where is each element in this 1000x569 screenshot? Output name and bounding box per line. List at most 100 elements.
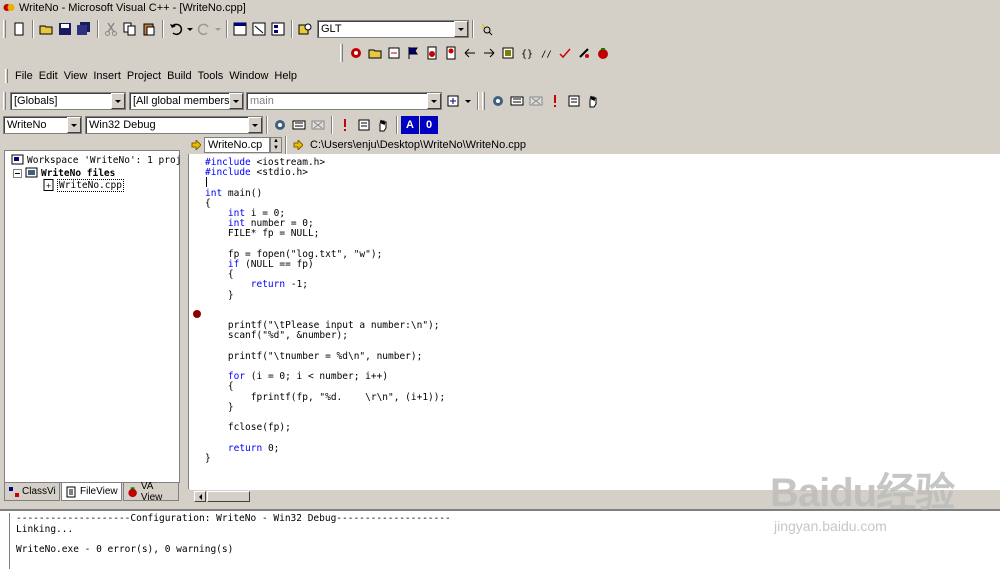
function-combo[interactable]: main: [246, 92, 442, 110]
breakpoint-hand-icon[interactable]: [374, 116, 392, 134]
toolbar-grip[interactable]: [340, 44, 343, 62]
code-line: return 0;: [227, 442, 280, 454]
watermark-url: jingyan.baidu.com: [774, 518, 887, 534]
wizard-action-icon[interactable]: [444, 92, 462, 110]
cut-icon[interactable]: [102, 20, 120, 38]
save-all-icon[interactable]: [75, 20, 93, 38]
tree-file[interactable]: + WriteNo.cpp: [43, 178, 124, 192]
code-line: FILE* fp = NULL;: [205, 228, 320, 240]
config-combo[interactable]: Win32 Debug: [85, 116, 263, 134]
copy-icon[interactable]: [121, 20, 139, 38]
toolbar-grip[interactable]: [3, 92, 6, 110]
build-icon[interactable]: [508, 92, 526, 110]
scope-value: [Globals]: [14, 95, 58, 107]
open-file-icon[interactable]: [366, 44, 384, 62]
chevron-down-icon[interactable]: [67, 117, 81, 133]
stop-build-icon[interactable]: [309, 116, 327, 134]
tab-vaview[interactable]: VA View: [122, 481, 179, 503]
workspace-root[interactable]: Workspace 'WriteNo': 1 proj: [11, 154, 181, 166]
button-a[interactable]: A: [401, 116, 419, 134]
paste-icon[interactable]: [140, 20, 158, 38]
file-tab-spinner[interactable]: ▲ ▼: [270, 137, 282, 153]
standard-toolbar: GLT: [3, 19, 496, 39]
wizard-dropdown-icon[interactable]: [463, 92, 473, 110]
tab-classview[interactable]: ClassView: [4, 483, 60, 501]
spell-check-icon[interactable]: [556, 44, 574, 62]
go-icon[interactable]: [355, 116, 373, 134]
chevron-down-icon[interactable]: [427, 93, 441, 109]
comment-icon[interactable]: //: [537, 44, 555, 62]
execute-icon[interactable]: [546, 92, 564, 110]
red-doc-icon[interactable]: [423, 44, 441, 62]
file-tab[interactable]: WriteNo.cp: [204, 137, 270, 153]
arrow-right-icon: [293, 140, 303, 150]
output-window-icon[interactable]: [250, 20, 268, 38]
editor-header: WriteNo.cp ▲ ▼ C:\Users\enju\Desktop\Wri…: [188, 136, 1000, 154]
keyword: return: [250, 279, 286, 291]
chevron-down-icon[interactable]: [454, 21, 468, 37]
go-icon[interactable]: [565, 92, 583, 110]
back-arrow-icon[interactable]: [461, 44, 479, 62]
code-editor[interactable]: #include <iostream.h> #include <stdio.h> i…: [188, 154, 1000, 489]
breakpoint-hand-icon[interactable]: [584, 92, 602, 110]
symbol-icon[interactable]: [385, 44, 403, 62]
menu-view[interactable]: View: [61, 70, 91, 82]
compile-icon[interactable]: [271, 116, 289, 134]
tab-classview-label: ClassView: [22, 486, 56, 497]
flag-icon[interactable]: [404, 44, 422, 62]
collapse-icon[interactable]: [13, 168, 22, 178]
button-0[interactable]: 0: [420, 116, 438, 134]
chevron-down-icon[interactable]: ▼: [271, 145, 281, 152]
menu-build[interactable]: Build: [164, 70, 194, 82]
compile-icon[interactable]: [489, 92, 507, 110]
menu-grip[interactable]: [5, 69, 8, 83]
new-text-file-icon[interactable]: [10, 20, 28, 38]
build-icon[interactable]: [290, 116, 308, 134]
gear-red-icon[interactable]: [347, 44, 365, 62]
project-combo[interactable]: WriteNo: [3, 116, 82, 134]
forward-arrow-icon[interactable]: [480, 44, 498, 62]
window-list-icon[interactable]: [269, 20, 287, 38]
menu-insert[interactable]: Insert: [90, 70, 124, 82]
execute-icon[interactable]: [336, 116, 354, 134]
members-combo[interactable]: [All global members: [129, 92, 244, 110]
toolbar-grip[interactable]: [482, 92, 485, 110]
scroll-thumb[interactable]: [207, 491, 250, 502]
fileview-icon: [66, 486, 76, 497]
chevron-down-icon[interactable]: [111, 93, 125, 109]
undo-dropdown-icon[interactable]: [186, 20, 194, 38]
tomato-icon[interactable]: [594, 44, 612, 62]
scroll-left-button[interactable]: [194, 491, 206, 502]
output-grip[interactable]: [2, 513, 10, 569]
redo-dropdown-icon[interactable]: [214, 20, 222, 38]
menu-edit[interactable]: Edit: [36, 70, 61, 82]
find-combo[interactable]: GLT: [317, 20, 469, 38]
open-folder-icon[interactable]: [37, 20, 55, 38]
undo-icon[interactable]: [167, 20, 185, 38]
menu-help[interactable]: Help: [271, 70, 300, 82]
braces-icon[interactable]: {}: [518, 44, 536, 62]
menu-window[interactable]: Window: [226, 70, 271, 82]
chevron-down-icon[interactable]: [248, 117, 262, 133]
tomato-icon: [128, 486, 137, 497]
menu-tools[interactable]: Tools: [195, 70, 227, 82]
scope-combo[interactable]: [Globals]: [10, 92, 126, 110]
tree-project-files[interactable]: WriteNo files: [13, 167, 115, 179]
chevron-up-icon[interactable]: ▲: [271, 138, 281, 145]
menu-project[interactable]: Project: [124, 70, 164, 82]
redo-icon[interactable]: [195, 20, 213, 38]
search-icon[interactable]: [477, 20, 495, 38]
menu-file[interactable]: File: [12, 70, 36, 82]
find-in-files-icon[interactable]: [296, 20, 314, 38]
save-icon[interactable]: [56, 20, 74, 38]
red-doc-2-icon[interactable]: [442, 44, 460, 62]
stop-build-icon[interactable]: [527, 92, 545, 110]
tools-icon[interactable]: [575, 44, 593, 62]
list-members-icon[interactable]: [499, 44, 517, 62]
workspace-window-icon[interactable]: [231, 20, 249, 38]
code-line: }: [205, 401, 234, 413]
tab-fileview[interactable]: FileView: [61, 483, 122, 501]
chevron-down-icon[interactable]: [229, 93, 243, 109]
breakpoint-icon[interactable]: [193, 310, 201, 318]
toolbar-grip[interactable]: [3, 20, 6, 38]
